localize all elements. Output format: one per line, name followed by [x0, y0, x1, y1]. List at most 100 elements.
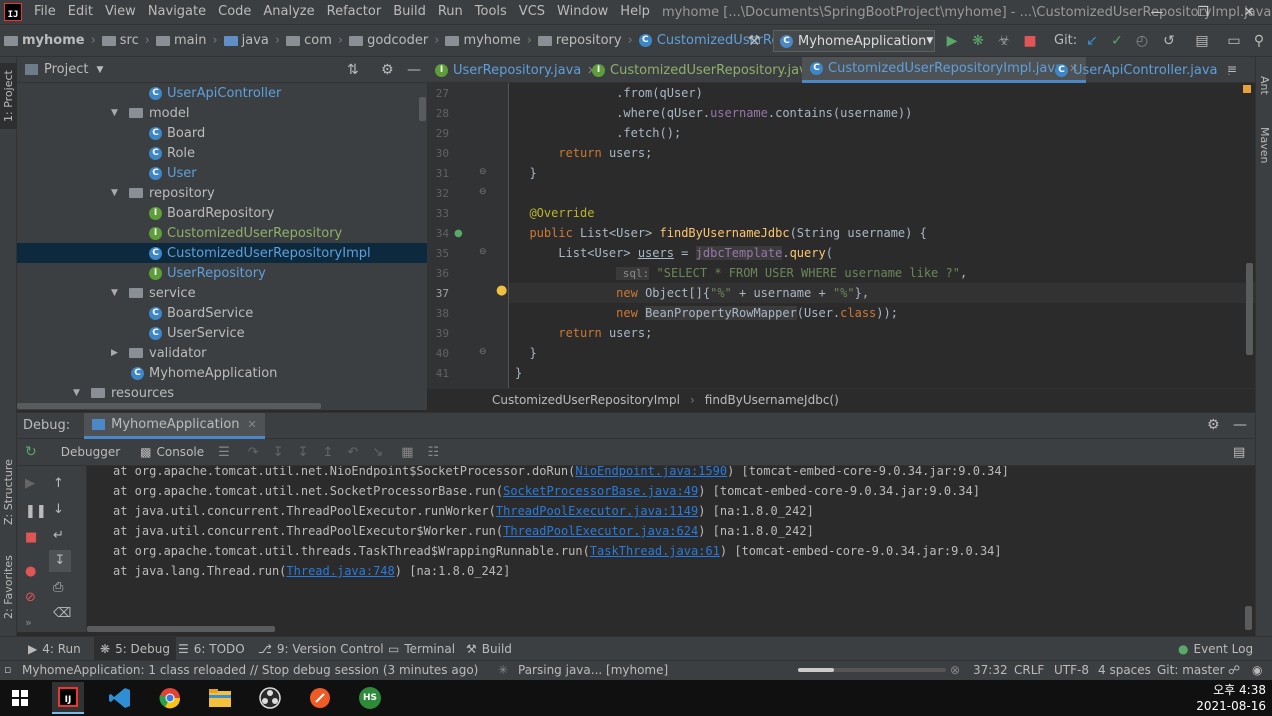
project-view-title[interactable]: Project — [44, 62, 88, 77]
trash-icon[interactable]: ⌫ — [53, 606, 71, 621]
tree-item-role[interactable]: C Role — [17, 143, 427, 163]
chevron-down-icon[interactable]: ▼ — [73, 388, 85, 398]
status-message[interactable]: MyhomeApplication: 1 class reloaded // S… — [22, 663, 478, 677]
stop-icon[interactable]: ■ — [25, 530, 37, 545]
hide-panel-icon[interactable]: — — [1233, 417, 1247, 433]
file-encoding[interactable]: UTF-8 — [1054, 663, 1089, 677]
minimize-icon[interactable]: — — [1134, 0, 1180, 24]
intellij-taskbar-icon[interactable]: IJ — [52, 682, 84, 714]
warning-status-icon[interactable] — [1243, 85, 1251, 93]
menu-navigate[interactable]: Navigate — [142, 0, 212, 24]
fold-icon[interactable]: ⊖ — [479, 347, 487, 357]
menu-analyze[interactable]: Analyze — [257, 0, 320, 24]
stack-trace-link[interactable]: Thread.java:748 — [286, 564, 394, 578]
scroll-to-end-icon[interactable]: ↧ — [49, 550, 71, 572]
layout-icon[interactable]: ☰ — [218, 445, 230, 460]
soft-wrap-icon[interactable]: ↵ — [53, 528, 64, 543]
tree-scrollbar[interactable] — [419, 97, 426, 121]
clock-date[interactable]: 2021-08-16 — [1196, 699, 1266, 713]
git-update-icon[interactable]: ↙ — [1080, 29, 1104, 53]
tree-item-boardrepository[interactable]: I BoardRepository — [17, 203, 427, 223]
project-structure-icon[interactable]: ▤ — [1190, 29, 1214, 53]
drop-frame-icon[interactable]: ↶ — [347, 445, 358, 460]
obs-taskbar-icon[interactable] — [254, 682, 286, 714]
tree-item-userrepository[interactable]: I UserRepository — [17, 263, 427, 283]
presentation-icon[interactable]: ▭ — [1222, 29, 1246, 53]
debugger-tab[interactable]: Debugger — [61, 445, 120, 459]
code-editor[interactable]: .from(qUser) .where(qUser.username.conta… — [509, 83, 1255, 388]
tab-customizeduserrepository[interactable]: ICustomizedUserRepository.java✕ — [584, 57, 838, 83]
hammer-icon[interactable]: ⚒ — [742, 29, 766, 53]
gear-icon[interactable]: ⚙ — [381, 62, 394, 78]
console-scrollbar[interactable] — [1245, 606, 1252, 630]
git-commit-icon[interactable]: ✓ — [1105, 29, 1129, 53]
cancel-task-icon[interactable]: ⊗ — [950, 663, 960, 677]
step-over-icon[interactable]: ↧ — [273, 445, 284, 460]
stack-trace-link[interactable]: TaskThread.java:61 — [590, 544, 720, 558]
more-icon[interactable]: » — [25, 616, 32, 629]
console-output[interactable]: at org.apache.tomcat.util.net.NioEndpoin… — [87, 466, 1255, 632]
menu-vcs[interactable]: VCS — [513, 0, 551, 24]
step-out-icon[interactable]: ↥ — [323, 445, 334, 460]
down-icon[interactable]: ↓ — [53, 502, 64, 517]
tree-item-userservice[interactable]: C UserService — [17, 323, 427, 343]
step-into-icon[interactable]: ↧ — [298, 445, 309, 460]
run-configuration-select[interactable]: C MyhomeApplication ▼ — [773, 30, 935, 52]
postman-taskbar-icon[interactable] — [304, 682, 336, 714]
menu-edit[interactable]: Edit — [62, 0, 99, 24]
rerun-icon[interactable]: ↻ — [25, 444, 37, 460]
menu-tools[interactable]: Tools — [469, 0, 513, 24]
tree-item-user[interactable]: C User — [17, 163, 427, 183]
stop-icon[interactable]: ■ — [1018, 29, 1042, 53]
chevron-down-icon[interactable]: ▼ — [111, 108, 123, 118]
hide-panel-icon[interactable]: — — [407, 62, 421, 78]
crumb-repository[interactable]: repository — [556, 33, 622, 48]
build-tool-button[interactable]: ⚒ Build — [466, 637, 512, 661]
tree-horizontal-scrollbar[interactable] — [17, 403, 321, 409]
search-icon[interactable]: ⚲ — [1247, 29, 1271, 53]
rollback-icon[interactable]: ↺ — [1157, 29, 1181, 53]
tool-windows-icon[interactable]: ▫ — [4, 663, 11, 676]
event-log-button[interactable]: ● Event Log — [1178, 637, 1253, 661]
debug-tool-button[interactable]: ❋ 5: Debug — [94, 637, 177, 661]
crumb-godcoder[interactable]: godcoder — [367, 33, 428, 48]
mute-breakpoints-icon[interactable]: ⊘ — [25, 590, 36, 605]
run-icon[interactable]: ▶ — [940, 29, 964, 53]
close-icon[interactable]: ✕ — [1226, 0, 1272, 24]
crumb-myhome-pkg[interactable]: myhome — [463, 33, 520, 48]
stack-trace-link[interactable]: ThreadPoolExecutor.java:624 — [503, 524, 698, 538]
tree-item-model[interactable]: ▼ model — [17, 103, 427, 123]
evaluate-icon[interactable]: ▦ — [401, 445, 413, 460]
menu-build[interactable]: Build — [387, 0, 432, 24]
todo-tool-button[interactable]: ☰ 6: TODO — [178, 637, 245, 661]
crumb-src[interactable]: src — [120, 33, 139, 48]
breadcrumb-class[interactable]: CustomizedUserRepositoryImpl — [492, 393, 680, 407]
lock-icon[interactable]: ☍ — [1228, 663, 1240, 677]
tree-item-resources[interactable]: ▼ resources — [17, 383, 427, 403]
project-tool-tab[interactable]: 1: Project — [0, 63, 17, 129]
resume-icon[interactable]: ▶ — [25, 476, 35, 491]
line-separator[interactable]: CRLF — [1014, 663, 1044, 677]
chevron-down-icon[interactable]: ▼ — [111, 188, 123, 198]
show-execution-point-icon[interactable]: ↷ — [248, 445, 259, 460]
run-tool-button[interactable]: ▶ 4: Run — [28, 637, 81, 661]
chevron-down-icon[interactable]: ▼ — [111, 288, 123, 298]
tab-list-icon[interactable]: ≡ — [1227, 62, 1237, 76]
clock-time[interactable]: 오후 4:38 — [1196, 681, 1266, 698]
menu-refactor[interactable]: Refactor — [321, 0, 388, 24]
view-breakpoints-icon[interactable]: ● — [25, 564, 36, 579]
favorites-tool-tab[interactable]: 2: Favorites — [0, 547, 17, 627]
restore-icon[interactable]: ❐ — [1180, 0, 1226, 24]
tab-userapicontroller[interactable]: C UserApiController.java ⋮ — [1047, 57, 1243, 83]
stack-trace-link[interactable]: ThreadPoolExecutor.java:1149 — [496, 504, 698, 518]
file-explorer-taskbar-icon[interactable] — [204, 682, 236, 714]
menu-code[interactable]: Code — [212, 0, 257, 24]
debug-session-tab[interactable]: MyhomeApplication ✕ — [84, 412, 265, 439]
menu-run[interactable]: Run — [432, 0, 469, 24]
print-icon[interactable]: ⎙ — [53, 580, 63, 595]
hs-taskbar-icon[interactable]: HS — [354, 682, 386, 714]
gear-icon[interactable]: ⚙ — [1207, 417, 1220, 433]
tree-item-validator[interactable]: ▶ validator — [17, 343, 427, 363]
stack-trace-link[interactable]: SocketProcessorBase.java:49 — [503, 484, 698, 498]
lightbulb-icon[interactable]: ● — [496, 283, 507, 298]
